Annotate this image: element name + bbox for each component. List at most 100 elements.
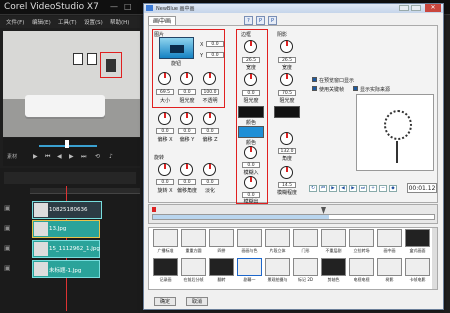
prev-frame-icon[interactable]: ◀ (339, 185, 347, 192)
preset-scrollbar[interactable] (432, 228, 437, 289)
keyframe-track[interactable] (152, 214, 435, 220)
minimize-icon[interactable]: — (110, 2, 118, 11)
maximize-icon[interactable]: □ (124, 2, 132, 11)
help-button[interactable]: ? (244, 16, 253, 25)
skip-start-icon[interactable]: ⏮ (45, 153, 50, 161)
preset-item[interactable]: 记录画 (152, 258, 179, 285)
tab-pip[interactable]: 画中画 (148, 16, 176, 25)
keyframe-playhead[interactable] (321, 207, 326, 214)
timeline-ruler[interactable] (30, 188, 140, 194)
remove-keyframe-icon[interactable]: − (379, 185, 387, 192)
rotate-x-field[interactable]: 0.0 (156, 179, 174, 185)
preset-item[interactable]: 卡帧电影 (404, 258, 431, 285)
skew-y-field[interactable]: 0.0 (178, 128, 196, 134)
preset-item[interactable]: 翻转 (208, 258, 235, 285)
skew-x-knob[interactable] (158, 112, 171, 125)
cancel-button[interactable]: 取消 (186, 297, 208, 306)
keyframe-options-icon[interactable]: ◆ (389, 185, 397, 192)
preset-item[interactable]: 重重方圆 (180, 229, 207, 256)
keyframe-progress (153, 215, 329, 219)
preset-item[interactable]: 在前后分帧 (180, 258, 207, 285)
minimize-button[interactable] (399, 5, 409, 11)
preset-button-1[interactable]: P (256, 16, 265, 25)
shadow-opacity-field[interactable]: 70.5 (278, 90, 296, 96)
option-checkbox-keyframe[interactable] (312, 86, 317, 91)
shadow-blur-knob[interactable] (280, 166, 293, 179)
timeline-clip[interactable]: 未标题-1.Jpg (32, 260, 100, 278)
rotate-x-knob[interactable] (158, 163, 171, 176)
play-icon[interactable]: ▶ (329, 185, 337, 192)
menu-edit[interactable]: 编辑(E) (32, 18, 51, 26)
preset-thumbnail (293, 229, 318, 247)
timeline-clip[interactable]: 10825180636 (32, 201, 102, 219)
timecode-display[interactable]: 00:01.12 (407, 183, 437, 193)
option-checkbox-source[interactable] (353, 86, 358, 91)
skew-z-field[interactable]: 0.0 (201, 128, 219, 134)
preset-item[interactable]: 画画与色 (236, 229, 263, 256)
option-checkbox-preview[interactable] (312, 77, 317, 82)
skip-end-icon[interactable]: ⏭ (359, 185, 367, 192)
close-button[interactable]: ✕ (425, 4, 441, 12)
scrub-handle[interactable] (65, 140, 69, 148)
option-label-source: 显示实际来源 (360, 87, 391, 93)
preset-label: 卡帧电影 (409, 277, 426, 282)
loop-icon[interactable]: ↻ (309, 185, 317, 192)
skew-x-field[interactable]: 0.0 (156, 128, 174, 134)
rotate-z-field[interactable]: 0.0 (201, 179, 219, 185)
skew-y-knob[interactable] (180, 112, 193, 125)
preset-thumbnail (405, 229, 430, 247)
preset-item[interactable]: 景观拍摄与 (264, 258, 291, 285)
next-frame-icon[interactable]: ▶ (69, 153, 74, 160)
shadow-width-field[interactable]: 26.5 (278, 57, 296, 63)
timeline-clip[interactable]: 15_1112962_1.Jpg (32, 240, 100, 258)
menu-help[interactable]: 帮助(H) (110, 18, 129, 26)
repeat-icon[interactable]: ⟲ (95, 153, 100, 160)
preset-item[interactable]: 立拉转场 (348, 229, 375, 256)
preset-thumbnail (349, 229, 374, 247)
shadow-blur-field[interactable]: 14.5 (278, 182, 296, 188)
scrub-bar[interactable] (3, 138, 140, 150)
preset-item[interactable]: 电视电视 (348, 258, 375, 285)
section-shadow: 阴影 (277, 32, 288, 38)
menu-file[interactable]: 文件(F) (6, 18, 24, 26)
clip-label: 13.Jpg (49, 226, 67, 232)
prev-frame-icon[interactable]: ◀ (57, 153, 62, 160)
preset-item[interactable]: 片段立体 (264, 229, 291, 256)
preset-item[interactable]: 四拼 (208, 229, 235, 256)
preset-item[interactable]: 广播标准 (152, 229, 179, 256)
skew-z-knob[interactable] (203, 112, 216, 125)
preview-doodle (384, 110, 412, 140)
menu-settings[interactable]: 设置(S) (84, 18, 103, 26)
next-frame-icon[interactable]: ▶ (349, 185, 357, 192)
menu-tools[interactable]: 工具(T) (58, 18, 77, 26)
timeline-clip[interactable]: 13.Jpg (32, 220, 100, 238)
shadow-width-knob[interactable] (280, 40, 293, 53)
add-keyframe-icon[interactable]: + (369, 185, 377, 192)
preview-bed (25, 95, 105, 117)
rotate-y-field[interactable]: 0.0 (178, 179, 196, 185)
preset-item[interactable]: 画中画 (376, 229, 403, 256)
maximize-button[interactable] (411, 5, 421, 11)
rotate-z-knob[interactable] (203, 163, 216, 176)
preset-item[interactable]: 树影 (376, 258, 403, 285)
option-label-preview: 在预览窗口显示 (319, 78, 355, 84)
skip-end-icon[interactable]: ⏭ (81, 153, 86, 161)
preset-button-2[interactable]: P (268, 16, 277, 25)
shadow-angle-knob[interactable] (280, 132, 293, 145)
rotate-y-knob[interactable] (180, 163, 193, 176)
preset-item[interactable]: 盒式画面 (404, 229, 431, 256)
shadow-color-swatch[interactable] (274, 106, 300, 118)
preset-item[interactable]: 剪轴色 (320, 258, 347, 285)
preset-item[interactable]: 标记 2D (292, 258, 319, 285)
ok-button[interactable]: 确定 (154, 297, 176, 306)
keyframe-marker-start[interactable] (152, 207, 156, 212)
preset-item[interactable]: 门形 (292, 229, 319, 256)
volume-icon[interactable]: ♪ (109, 153, 113, 160)
shadow-angle-field[interactable]: 132.0 (278, 148, 296, 154)
skip-start-icon[interactable]: ⏮ (319, 185, 327, 192)
play-icon[interactable]: ▶ (33, 153, 38, 160)
preset-item[interactable]: 不重层剧 (320, 229, 347, 256)
shadow-opacity-knob[interactable] (280, 73, 293, 86)
preset-thumbnail (181, 258, 206, 276)
preset-item[interactable]: 剧幕一 (236, 258, 263, 285)
